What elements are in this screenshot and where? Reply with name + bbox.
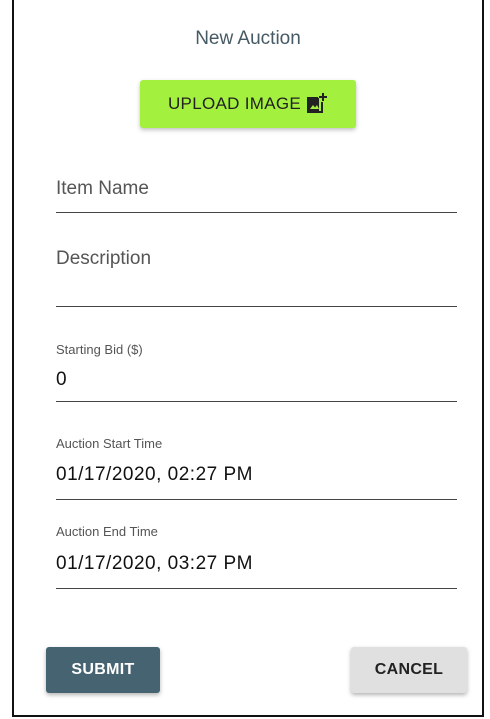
auction-start-time-label: Auction Start Time (56, 436, 163, 451)
starting-bid-field[interactable]: Starting Bid ($) 0 (56, 340, 457, 402)
item-name-field[interactable]: Item Name (56, 170, 457, 213)
auction-end-time-label: Auction End Time (56, 524, 158, 539)
form-title: New Auction (195, 28, 301, 49)
auction-end-time-value: 01/17/2020, 03:27 PM (56, 553, 253, 574)
auction-end-time-field[interactable]: Auction End Time 01/17/2020, 03:27 PM (56, 522, 457, 589)
cancel-button[interactable]: CANCEL (351, 647, 467, 693)
item-name-placeholder: Item Name (56, 178, 149, 199)
starting-bid-label: Starting Bid ($) (56, 342, 143, 357)
auction-start-time-value: 01/17/2020, 02:27 PM (56, 464, 253, 485)
submit-button[interactable]: SUBMIT (46, 647, 160, 693)
description-field[interactable]: Description (56, 240, 457, 307)
description-placeholder: Description (56, 248, 152, 269)
add-photo-icon (304, 92, 328, 116)
upload-image-button[interactable]: UPLOAD IMAGE (140, 80, 356, 128)
new-auction-form: New Auction UPLOAD IMAGE Item Name Descr… (12, 0, 484, 717)
upload-image-label: UPLOAD IMAGE (167, 94, 302, 113)
auction-start-time-field[interactable]: Auction Start Time 01/17/2020, 02:27 PM (56, 434, 457, 500)
starting-bid-value: 0 (56, 369, 68, 390)
